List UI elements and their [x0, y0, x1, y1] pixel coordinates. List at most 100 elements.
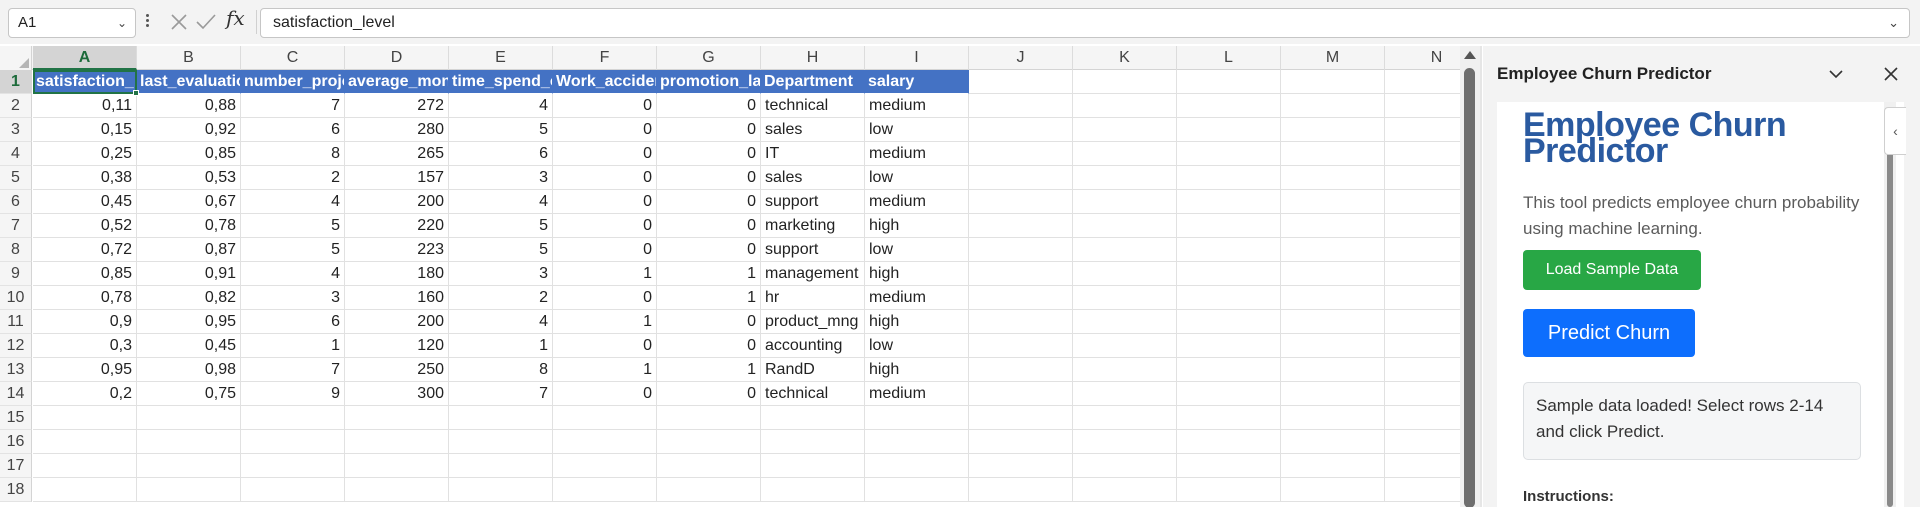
- data-cell[interactable]: 0: [553, 190, 657, 214]
- row-header[interactable]: 1: [0, 70, 32, 94]
- data-cell[interactable]: 0: [553, 118, 657, 142]
- empty-cell[interactable]: [1281, 382, 1385, 406]
- row-header[interactable]: 15: [0, 406, 32, 430]
- data-cell[interactable]: 0,78: [33, 286, 137, 310]
- data-cell[interactable]: 0: [657, 142, 761, 166]
- chevron-left-icon[interactable]: ‹: [1884, 107, 1906, 155]
- data-cell[interactable]: sales: [761, 166, 865, 190]
- data-cell[interactable]: 0,95: [137, 310, 241, 334]
- empty-cell[interactable]: [553, 430, 657, 454]
- data-cell[interactable]: 4: [449, 94, 553, 118]
- data-cell[interactable]: 2: [449, 286, 553, 310]
- data-cell[interactable]: 2: [241, 166, 345, 190]
- data-cell[interactable]: 3: [241, 286, 345, 310]
- empty-cell[interactable]: [1073, 142, 1177, 166]
- header-cell[interactable]: number_project: [241, 70, 345, 94]
- empty-cell[interactable]: [1281, 94, 1385, 118]
- empty-cell[interactable]: [449, 406, 553, 430]
- empty-cell[interactable]: [657, 478, 761, 502]
- empty-cell[interactable]: [1281, 190, 1385, 214]
- data-cell[interactable]: 180: [345, 262, 449, 286]
- data-cell[interactable]: 1: [657, 286, 761, 310]
- empty-cell[interactable]: [657, 430, 761, 454]
- data-cell[interactable]: 0: [553, 238, 657, 262]
- data-cell[interactable]: high: [865, 310, 969, 334]
- data-cell[interactable]: low: [865, 334, 969, 358]
- header-cell[interactable]: Department: [761, 70, 865, 94]
- data-cell[interactable]: high: [865, 262, 969, 286]
- data-cell[interactable]: 0,78: [137, 214, 241, 238]
- insert-function-icon[interactable]: fx: [226, 6, 245, 30]
- empty-cell[interactable]: [657, 454, 761, 478]
- empty-cell[interactable]: [1281, 406, 1385, 430]
- data-cell[interactable]: 5: [449, 238, 553, 262]
- empty-cell[interactable]: [761, 430, 865, 454]
- empty-cell[interactable]: [969, 142, 1073, 166]
- empty-cell[interactable]: [1281, 166, 1385, 190]
- data-cell[interactable]: 1: [657, 358, 761, 382]
- header-cell[interactable]: satisfaction_level: [33, 70, 137, 94]
- empty-cell[interactable]: [449, 430, 553, 454]
- data-cell[interactable]: 265: [345, 142, 449, 166]
- data-cell[interactable]: 200: [345, 190, 449, 214]
- empty-cell[interactable]: [1073, 286, 1177, 310]
- empty-cell[interactable]: [1177, 334, 1281, 358]
- data-cell[interactable]: 0: [657, 118, 761, 142]
- empty-cell[interactable]: [1385, 118, 1460, 142]
- data-cell[interactable]: 6: [241, 118, 345, 142]
- data-cell[interactable]: sales: [761, 118, 865, 142]
- data-cell[interactable]: 0: [553, 94, 657, 118]
- empty-cell[interactable]: [969, 454, 1073, 478]
- data-cell[interactable]: low: [865, 166, 969, 190]
- data-cell[interactable]: 120: [345, 334, 449, 358]
- empty-cell[interactable]: [345, 430, 449, 454]
- header-cell[interactable]: time_spend_company: [449, 70, 553, 94]
- data-cell[interactable]: 4: [241, 262, 345, 286]
- data-cell[interactable]: 1: [241, 334, 345, 358]
- data-cell[interactable]: marketing: [761, 214, 865, 238]
- scrollbar-thumb[interactable]: [1464, 68, 1475, 507]
- empty-cell[interactable]: [1281, 430, 1385, 454]
- column-header[interactable]: G: [657, 46, 761, 70]
- row-header[interactable]: 2: [0, 94, 32, 118]
- data-cell[interactable]: 0: [657, 94, 761, 118]
- data-cell[interactable]: 0: [553, 166, 657, 190]
- data-cell[interactable]: medium: [865, 190, 969, 214]
- data-cell[interactable]: 6: [241, 310, 345, 334]
- data-cell[interactable]: 223: [345, 238, 449, 262]
- empty-cell[interactable]: [761, 478, 865, 502]
- data-cell[interactable]: 8: [241, 142, 345, 166]
- empty-cell[interactable]: [1385, 262, 1460, 286]
- empty-cell[interactable]: [1177, 190, 1281, 214]
- data-cell[interactable]: 4: [449, 310, 553, 334]
- empty-cell[interactable]: [969, 310, 1073, 334]
- column-header[interactable]: H: [761, 46, 865, 70]
- empty-cell[interactable]: [553, 406, 657, 430]
- data-cell[interactable]: 3: [449, 262, 553, 286]
- column-header[interactable]: M: [1281, 46, 1385, 70]
- header-cell[interactable]: salary: [865, 70, 969, 94]
- empty-cell[interactable]: [1385, 382, 1460, 406]
- row-header[interactable]: 14: [0, 382, 32, 406]
- data-cell[interactable]: 300: [345, 382, 449, 406]
- empty-cell[interactable]: [969, 286, 1073, 310]
- row-header[interactable]: 18: [0, 478, 32, 502]
- data-cell[interactable]: 0,87: [137, 238, 241, 262]
- data-cell[interactable]: medium: [865, 286, 969, 310]
- data-cell[interactable]: 5: [241, 238, 345, 262]
- empty-cell[interactable]: [865, 454, 969, 478]
- header-cell[interactable]: last_evaluation: [137, 70, 241, 94]
- data-cell[interactable]: 0: [553, 214, 657, 238]
- data-cell[interactable]: 0,91: [137, 262, 241, 286]
- empty-cell[interactable]: [1073, 238, 1177, 262]
- empty-cell[interactable]: [449, 454, 553, 478]
- empty-cell[interactable]: [345, 478, 449, 502]
- data-cell[interactable]: 5: [241, 214, 345, 238]
- data-cell[interactable]: 0: [657, 382, 761, 406]
- data-cell[interactable]: 0: [553, 142, 657, 166]
- empty-cell[interactable]: [1073, 94, 1177, 118]
- column-header[interactable]: F: [553, 46, 657, 70]
- chevron-down-icon[interactable]: ⌄: [117, 9, 127, 37]
- data-cell[interactable]: 0: [657, 214, 761, 238]
- empty-cell[interactable]: [1385, 358, 1460, 382]
